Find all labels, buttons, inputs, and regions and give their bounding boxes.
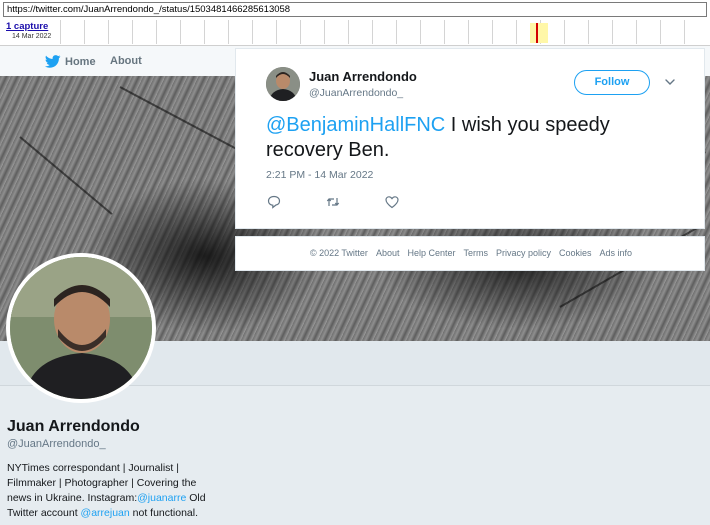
profile-avatar[interactable]: [6, 253, 156, 403]
profile-handle[interactable]: @JuanArrendondo_: [7, 438, 106, 450]
timeline-tick: [132, 20, 133, 44]
timeline-tick: [60, 20, 61, 44]
timeline-tick: [564, 20, 565, 44]
timeline-tick: [276, 20, 277, 44]
timeline-tick: [684, 20, 685, 44]
footer-copyright: © 2022 Twitter: [309, 248, 368, 258]
timeline-tick: [420, 20, 421, 44]
timeline-tick: [324, 20, 325, 44]
timeline-tick: [372, 20, 373, 44]
timeline-tick: [252, 20, 253, 44]
timeline-tick: [396, 20, 397, 44]
footer-card: © 2022 Twitter About Help Center Terms P…: [235, 236, 705, 271]
timeline-tick: [588, 20, 589, 44]
timeline-tick: [612, 20, 613, 44]
chevron-down-icon[interactable]: [663, 75, 677, 89]
timeline-tick: [228, 20, 229, 44]
timeline-tick: [204, 20, 205, 44]
bio-instagram-link[interactable]: @juanarre: [137, 492, 186, 504]
bio-text: not functional.: [129, 507, 199, 519]
url-input[interactable]: https://twitter.com/JuanArrendondo_/stat…: [3, 2, 707, 17]
timeline-tick: [84, 20, 85, 44]
footer-link-help-center[interactable]: Help Center: [407, 248, 455, 258]
tweet-card: Juan Arrendondo @JuanArrendondo_ Follow …: [235, 48, 705, 229]
timeline-tick: [348, 20, 349, 44]
timeline-tick: [516, 20, 517, 44]
timeline-tick: [444, 20, 445, 44]
timeline-tick: [636, 20, 637, 44]
heart-icon[interactable]: [384, 194, 400, 210]
tweet-author-handle[interactable]: @JuanArrendondo_: [309, 87, 403, 99]
timeline-highlight: [530, 23, 548, 43]
capture-timeline[interactable]: [60, 20, 710, 44]
reply-icon[interactable]: [266, 194, 282, 210]
follow-button[interactable]: Follow: [574, 70, 650, 95]
tweet-timestamp[interactable]: 2:21 PM - 14 Mar 2022: [266, 169, 373, 181]
footer-links: © 2022 Twitter About Help Center Terms P…: [236, 248, 706, 258]
timeline-tick: [660, 20, 661, 44]
nav-home-label: Home: [65, 55, 96, 68]
timeline-tick: [300, 20, 301, 44]
footer-link-ads-info[interactable]: Ads info: [600, 248, 633, 258]
avatar-photo: [10, 257, 152, 399]
footer-link-about[interactable]: About: [376, 248, 400, 258]
timeline-tick: [468, 20, 469, 44]
footer-link-privacy-policy[interactable]: Privacy policy: [496, 248, 551, 258]
tweet-mention-link[interactable]: @BenjaminHallFNC: [266, 114, 445, 136]
nav-about[interactable]: About: [110, 55, 142, 67]
timeline-current-marker[interactable]: [536, 23, 538, 43]
timeline-tick: [156, 20, 157, 44]
tweet-avatar-photo: [266, 67, 300, 101]
retweet-icon[interactable]: [325, 194, 341, 210]
tweet-author-name[interactable]: Juan Arrendondo: [309, 69, 417, 84]
capture-date: 14 Mar 2022: [12, 33, 52, 40]
nav-home[interactable]: Home: [45, 55, 96, 68]
profile-bio: NYTimes correspondant | Journalist | Fil…: [7, 461, 212, 521]
footer-link-cookies[interactable]: Cookies: [559, 248, 592, 258]
footer-link-terms[interactable]: Terms: [464, 248, 489, 258]
timeline-tick: [492, 20, 493, 44]
captures-link[interactable]: 1 capture: [6, 21, 48, 32]
tweet-author-avatar[interactable]: [266, 67, 300, 101]
timeline-tick: [108, 20, 109, 44]
wayback-toolbar: https://twitter.com/JuanArrendondo_/stat…: [0, 0, 710, 46]
timeline-tick: [180, 20, 181, 44]
bio-old-account-link[interactable]: @arrejuan: [81, 507, 130, 519]
tweet-text: @BenjaminHallFNC I wish you speedy recov…: [266, 113, 686, 163]
header-texture: [19, 136, 113, 215]
profile-name[interactable]: Juan Arrendondo: [7, 418, 140, 436]
twitter-bird-icon: [45, 55, 61, 68]
